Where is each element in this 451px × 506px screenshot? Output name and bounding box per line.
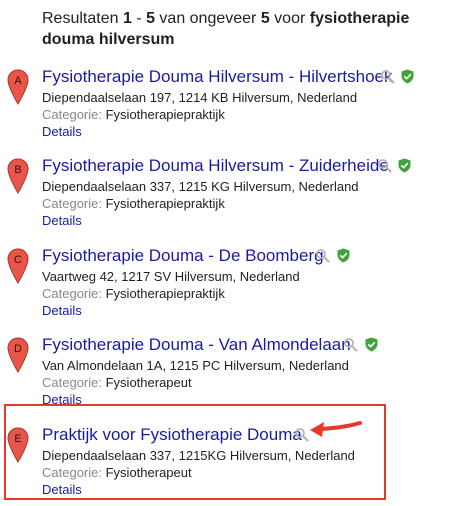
summary-range-start: 1 — [122, 10, 132, 27]
result-item-b: B Fysiotherapie Douma Hilversum - Zuider… — [0, 155, 451, 235]
details-link[interactable]: Details — [42, 123, 82, 140]
details-link[interactable]: Details — [42, 212, 82, 229]
map-marker-icon[interactable]: B — [7, 158, 29, 194]
category-value: Fysiotherapiepraktijk — [105, 107, 225, 122]
verified-shield-icon — [337, 248, 350, 263]
result-address: Diependaalselaan 337, 1215 KG Hilversum,… — [42, 179, 359, 194]
marker-letter: D — [14, 343, 22, 355]
category-label: Categorie: — [42, 375, 102, 390]
results-summary: Resultaten 1 - 5 van ongeveer 5 voor fys… — [42, 8, 437, 50]
magnifier-icon[interactable] — [343, 337, 358, 352]
summary-range-end: 5 — [146, 10, 155, 27]
details-link[interactable]: Details — [42, 302, 82, 319]
category-label: Categorie: — [42, 107, 102, 122]
category-value: Fysiotherapeut — [105, 375, 192, 390]
map-marker-icon[interactable]: A — [7, 69, 29, 105]
summary-for: voor — [269, 10, 310, 27]
result-item-d: D Fysiotherapie Douma - Van Almondelaan … — [0, 334, 451, 414]
result-title-link[interactable]: Fysiotherapie Douma Hilversum - Zuiderhe… — [42, 155, 389, 177]
result-category: Categorie: Fysiotherapeut — [42, 464, 192, 481]
category-value: Fysiotherapiepraktijk — [105, 196, 225, 211]
annotation-arrow-icon — [310, 421, 362, 437]
summary-middle: van ongeveer — [154, 10, 261, 27]
summary-range-sep: - — [131, 10, 147, 27]
result-category: Categorie: Fysiotherapiepraktijk — [42, 106, 225, 123]
result-category: Categorie: Fysiotherapiepraktijk — [42, 285, 225, 302]
marker-letter: B — [14, 164, 21, 176]
result-item-e: E Praktijk voor Fysiotherapie Douma Diep… — [0, 424, 451, 504]
category-label: Categorie: — [42, 465, 102, 480]
category-label: Categorie: — [42, 196, 102, 211]
result-address: Diependaalselaan 197, 1214 KB Hilversum,… — [42, 90, 358, 105]
magnifier-icon[interactable] — [380, 69, 395, 84]
verified-shield-icon — [398, 158, 411, 173]
marker-letter: A — [14, 75, 22, 87]
result-address: Vaartweg 42, 1217 SV Hilversum, Nederlan… — [42, 269, 300, 284]
summary-prefix: Resultaten — [42, 10, 123, 27]
magnifier-icon[interactable] — [377, 158, 392, 173]
result-address: Diependaalselaan 337, 1215KG Hilversum, … — [42, 448, 355, 463]
result-item-c: C Fysiotherapie Douma - De Boomberg Vaar… — [0, 245, 451, 325]
result-title-link[interactable]: Praktijk voor Fysiotherapie Douma — [42, 424, 302, 446]
magnifier-icon[interactable] — [315, 248, 330, 263]
map-marker-icon[interactable]: D — [7, 337, 29, 373]
verified-shield-icon — [365, 337, 378, 352]
details-link[interactable]: Details — [42, 481, 82, 498]
result-item-a: A Fysiotherapie Douma Hilversum - Hilver… — [0, 66, 451, 146]
summary-count: 5 — [260, 10, 270, 27]
result-title-link[interactable]: Fysiotherapie Douma Hilversum - Hilverts… — [42, 66, 393, 88]
result-title-link[interactable]: Fysiotherapie Douma - De Boomberg — [42, 245, 324, 267]
verified-shield-icon — [401, 69, 414, 84]
category-value: Fysiotherapeut — [105, 465, 192, 480]
map-marker-icon[interactable]: E — [7, 427, 29, 463]
map-marker-icon[interactable]: C — [7, 248, 29, 284]
marker-letter: E — [14, 433, 21, 445]
category-label: Categorie: — [42, 286, 102, 301]
result-category: Categorie: Fysiotherapiepraktijk — [42, 195, 225, 212]
result-title-link[interactable]: Fysiotherapie Douma - Van Almondelaan — [42, 334, 351, 356]
result-address: Van Almondelaan 1A, 1215 PC Hilversum, N… — [42, 358, 349, 373]
category-value: Fysiotherapiepraktijk — [105, 286, 225, 301]
result-category: Categorie: Fysiotherapeut — [42, 374, 192, 391]
marker-letter: C — [14, 254, 22, 266]
